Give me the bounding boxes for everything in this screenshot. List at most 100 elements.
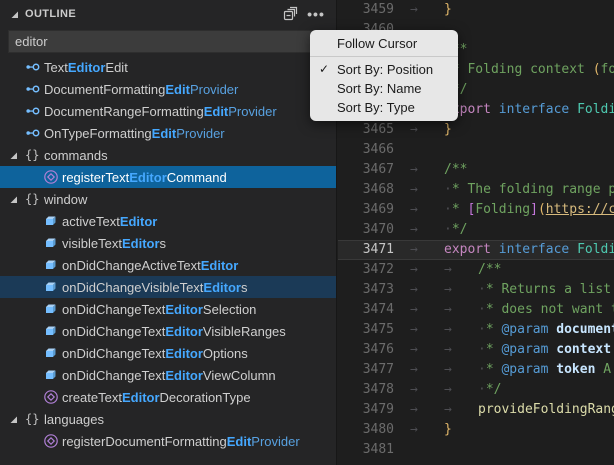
menu-separator <box>310 56 458 57</box>
menu-item-follow-cursor[interactable]: Follow Cursor <box>310 34 458 53</box>
tree-item-label: TextEditorEdit <box>44 60 128 75</box>
section-twisty-icon[interactable] <box>9 9 19 19</box>
code-line[interactable]: 3473→→·* Returns a list of folding range… <box>338 280 614 300</box>
tree-item-label: createTextEditorDecorationType <box>62 390 251 405</box>
tab-whitespace-icon: → <box>410 180 444 200</box>
menu-item-sort-by-position[interactable]: ✓ Sort By: Position <box>310 60 458 79</box>
twisty-expanded-icon[interactable] <box>8 194 25 204</box>
tree-item-ondidchangeactivetexteditor[interactable]: onDidChangeActiveTextEditor <box>0 254 336 276</box>
tab-whitespace-icon: → <box>410 280 444 300</box>
tree-item-createtexteditordecorationtype[interactable]: createTextEditorDecorationType <box>0 386 336 408</box>
code-line[interactable]: 3469→·* [Folding](https://code.visualstu… <box>338 200 614 220</box>
code-line-content: →→·* does not want to participate or was… <box>410 300 614 320</box>
tab-whitespace-icon: → <box>410 380 444 400</box>
code-line[interactable]: 3474 →→·* does not want to participate or… <box>338 300 614 320</box>
collapse-all-icon[interactable] <box>280 5 300 23</box>
code-line[interactable]: 3467→/** <box>338 160 614 180</box>
code-line[interactable]: 3478→→·*/ <box>338 380 614 400</box>
code-line[interactable]: 3465→} <box>338 120 614 140</box>
tree-item-commands[interactable]: {}commands <box>0 144 336 166</box>
code-line[interactable]: 3477→→·* @param token A cancellation <box>338 360 614 380</box>
line-number: 3474 <box>344 300 394 320</box>
code-line-content: →→·*/ <box>410 380 501 400</box>
menu-item-sort-by-name[interactable]: Sort By: Name <box>310 79 458 98</box>
code-line[interactable]: 3468→·* The folding range provider inter… <box>338 180 614 200</box>
tree-item-label: registerTextEditorCommand <box>62 170 227 185</box>
menu-item-label: Sort By: Position <box>337 62 433 77</box>
tree-item-documentrangeformattingeditprovider[interactable]: DocumentRangeFormattingEditProvider <box>0 100 336 122</box>
twisty-expanded-icon[interactable] <box>8 150 25 160</box>
code-line[interactable]: 3480→} <box>338 420 614 440</box>
tree-item-ondidchangetexteditorselection[interactable]: onDidChangeTextEditorSelection <box>0 298 336 320</box>
tree-item-languages[interactable]: {}languages <box>0 408 336 430</box>
tab-whitespace-icon: → <box>410 220 444 240</box>
menu-item-sort-by-type[interactable]: Sort By: Type <box>310 98 458 117</box>
tab-whitespace-icon: → <box>444 300 478 320</box>
tree-item-label: onDidChangeTextEditorVisibleRanges <box>62 324 286 339</box>
tree-item-label: languages <box>44 412 104 427</box>
code-line[interactable]: 3475 →→·* @param document The document <box>338 320 614 340</box>
tree-item-window[interactable]: {}window <box>0 188 336 210</box>
code-line-content: →} <box>410 420 452 440</box>
outline-context-menu: Follow Cursor ✓ Sort By: Position Sort By: … <box>310 30 458 121</box>
code-line[interactable]: 3466 <box>338 140 614 160</box>
more-actions-icon[interactable]: ••• <box>306 5 326 23</box>
symbol-field-icon <box>43 213 62 229</box>
tree-item-ontypeformattingeditprovider[interactable]: OnTypeFormattingEditProvider <box>0 122 336 144</box>
tree-item-texteditoredit[interactable]: TextEditorEdit <box>0 56 336 78</box>
code-line-content: →→/** <box>410 260 501 280</box>
tree-item-label: onDidChangeTextEditorSelection <box>62 302 256 317</box>
code-line[interactable]: 3479→→provideFoldingRanges(document: Tex… <box>338 400 614 420</box>
code-line[interactable]: 3470→·*/ <box>338 220 614 240</box>
tree-item-documentformattingeditprovider[interactable]: DocumentFormattingEditProvider <box>0 78 336 100</box>
checkmark-icon: ✓ <box>319 60 329 79</box>
tab-whitespace-icon: → <box>410 360 444 380</box>
line-number: 3481 <box>344 440 394 460</box>
tab-whitespace-icon: → <box>410 240 444 260</box>
code-line-content: →/** <box>410 160 467 180</box>
tree-item-label: DocumentFormattingEditProvider <box>44 82 238 97</box>
tree-item-ondidchangetexteditorvisibleranges[interactable]: onDidChangeTextEditorVisibleRanges <box>0 320 336 342</box>
tab-whitespace-icon: → <box>410 340 444 360</box>
twisty-expanded-icon[interactable] <box>8 414 25 424</box>
tree-item-label: visibleTextEditors <box>62 236 166 251</box>
code-line-current[interactable]: 3471→export interface FoldingRangeProvid… <box>338 240 614 260</box>
line-number: 3459 <box>344 0 394 20</box>
tree-item-label: OnTypeFormattingEditProvider <box>44 126 225 141</box>
symbol-method-icon <box>43 433 62 449</box>
code-line-content: →→·* @param token A cancellation <box>410 360 614 380</box>
tab-whitespace-icon: → <box>444 340 478 360</box>
tree-item-registerdocumentformattingeditprovider[interactable]: registerDocumentFormattingEditProvider <box>0 430 336 452</box>
symbol-method-icon <box>43 169 62 185</box>
line-number: 3471 <box>344 240 394 260</box>
code-line[interactable]: 3481 <box>338 440 614 460</box>
code-line[interactable]: 3476→→·* @param context Additional <box>338 340 614 360</box>
symbol-field-icon <box>43 345 62 361</box>
symbol-field-icon <box>43 279 62 295</box>
tree-item-label: onDidChangeVisibleTextEditors <box>62 280 247 295</box>
tree-item-ondidchangevisibletexteditors[interactable]: onDidChangeVisibleTextEditors <box>0 276 336 298</box>
code-line[interactable]: 3459→} <box>338 0 614 20</box>
tree-item-label: onDidChangeTextEditorViewColumn <box>62 368 276 383</box>
symbol-field-icon <box>43 301 62 317</box>
tab-whitespace-icon: → <box>410 320 444 340</box>
tab-whitespace-icon: → <box>444 320 478 340</box>
tree-item-ondidchangetexteditorviewcolumn[interactable]: onDidChangeTextEditorViewColumn <box>0 364 336 386</box>
line-number: 3465 <box>344 120 394 140</box>
symbol-namespace-icon: {} <box>25 192 44 206</box>
tree-item-activetexteditor[interactable]: activeTextEditor <box>0 210 336 232</box>
code-line-content: →→·* @param document The document <box>410 320 614 340</box>
code-line-content: →·* The folding range provider interface… <box>410 180 614 200</box>
code-line[interactable]: 3472 →→/** <box>338 260 614 280</box>
panel-title: OUTLINE <box>25 8 76 20</box>
menu-item-label: Sort By: Name <box>337 81 422 96</box>
menu-item-label: Sort By: Type <box>337 100 415 115</box>
line-number: 3475 <box>344 320 394 340</box>
tree-item-registertexteditorcommand[interactable]: registerTextEditorCommand <box>0 166 336 188</box>
tab-whitespace-icon: → <box>410 260 444 280</box>
line-number: 3472 <box>344 260 394 280</box>
outline-filter-input[interactable] <box>8 30 328 53</box>
symbol-interface-icon <box>25 59 44 75</box>
tree-item-ondidchangetexteditoroptions[interactable]: onDidChangeTextEditorOptions <box>0 342 336 364</box>
tree-item-visibletexteditors[interactable]: visibleTextEditors <box>0 232 336 254</box>
